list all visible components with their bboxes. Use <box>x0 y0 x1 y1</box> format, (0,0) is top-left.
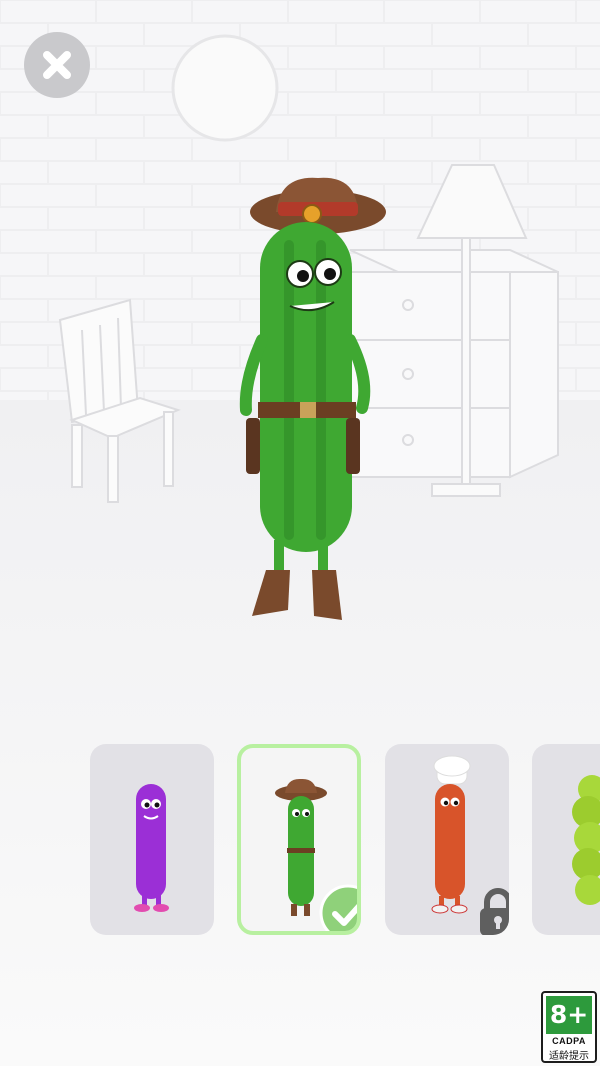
close-button[interactable] <box>24 32 90 98</box>
selected-check-icon <box>319 884 357 931</box>
green-caterpillar-thumbnail <box>572 775 600 905</box>
skin-card-green-caterpillar[interactable] <box>532 744 600 935</box>
rating-hint-label: 适龄提示 <box>549 1051 589 1062</box>
wall-clock <box>171 34 279 142</box>
age-rating-label: 8+ <box>546 996 592 1034</box>
skin-card-purple-pickle[interactable] <box>90 744 214 935</box>
skin-card-cowboy-pickle[interactable] <box>237 744 361 935</box>
lock-icon <box>480 888 509 935</box>
age-rating-badge: 8+ CADPA 适龄提示 <box>541 991 597 1063</box>
cowboy-pickle-character <box>239 177 386 620</box>
skin-card-chef-sausage[interactable] <box>385 744 509 935</box>
skin-selector <box>0 744 600 939</box>
purple-pickle-thumbnail <box>134 784 169 912</box>
rating-org-label: CADPA <box>552 1036 586 1046</box>
close-icon <box>43 51 71 79</box>
